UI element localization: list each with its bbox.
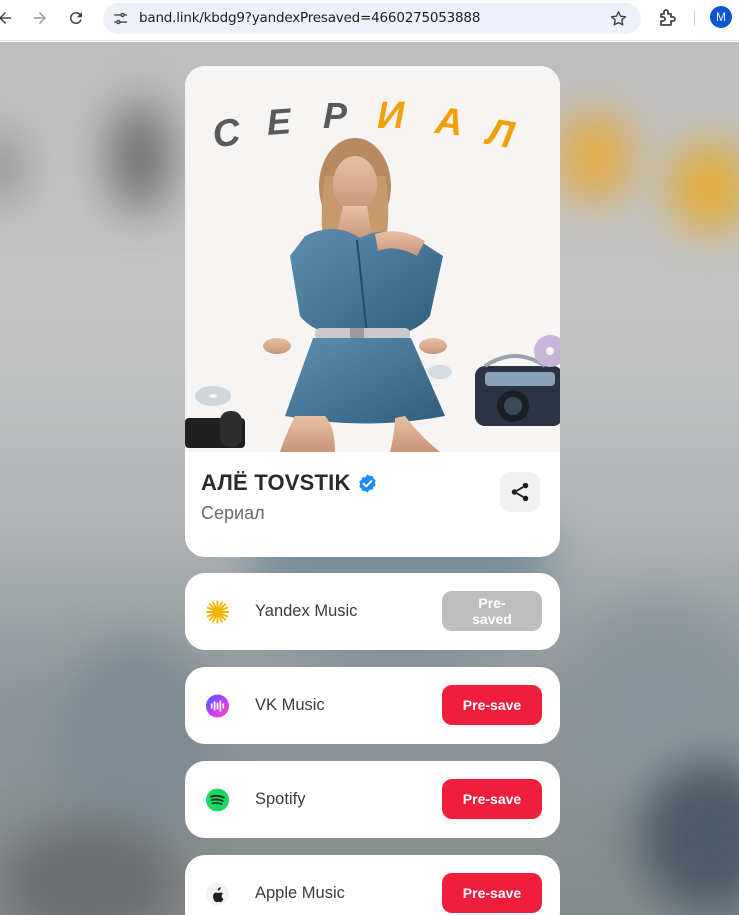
vk-music-icon (205, 693, 230, 718)
artist-row: АЛЁ TOVSTIK (201, 468, 378, 498)
bookmark-star-icon[interactable] (609, 9, 628, 28)
release-title: Сериал (201, 503, 265, 523)
address-bar[interactable]: band.link/kbdg9?yandexPresaved=466027505… (103, 3, 641, 34)
service-name: Yandex Music (255, 602, 358, 620)
url-text[interactable]: band.link/kbdg9?yandexPresaved=466027505… (139, 10, 480, 26)
service-row-yandex-music: Yandex Music Pre-saved (185, 573, 560, 650)
yandex-music-icon (205, 599, 230, 624)
service-row-vk-music: VK Music Pre-save (185, 667, 560, 744)
presaved-button[interactable]: Pre-saved (442, 591, 542, 631)
forward-button[interactable] (26, 4, 54, 32)
svg-text:Л: Л (481, 111, 518, 158)
service-row-apple-music: Apple Music Pre-save (185, 855, 560, 915)
service-name: VK Music (255, 696, 325, 714)
artist-name[interactable]: АЛЁ TOVSTIK (201, 470, 351, 496)
presave-button[interactable]: Pre-save (442, 779, 542, 819)
svg-text:С: С (210, 111, 244, 156)
svg-text:Е: Е (265, 100, 293, 143)
service-row-spotify: Spotify Pre-save (185, 761, 560, 838)
share-icon (511, 482, 529, 502)
apple-icon (205, 881, 230, 906)
presave-button[interactable]: Pre-save (442, 685, 542, 725)
svg-text:Р: Р (323, 96, 348, 136)
svg-text:И: И (377, 96, 405, 137)
reload-button[interactable] (62, 4, 90, 32)
browser-toolbar: band.link/kbdg9?yandexPresaved=466027505… (0, 0, 739, 41)
release-card: СЕРИАЛ С Е Р И А Л АЛЁ TOVSTIK Сериал (185, 66, 560, 557)
verified-badge-icon (358, 473, 376, 493)
profile-avatar[interactable]: M (710, 6, 732, 28)
cover-title-letters: С Е Р И А Л (210, 96, 518, 158)
share-button[interactable] (500, 472, 540, 512)
extensions-puzzle-icon[interactable] (656, 6, 680, 30)
spotify-icon (205, 787, 230, 812)
cover-title-lettering: СЕРИАЛ С Е Р И А Л (185, 96, 560, 166)
svg-text:А: А (432, 100, 465, 145)
toolbar-divider (694, 10, 695, 26)
arrow-left-icon (0, 12, 11, 24)
album-cover: СЕРИАЛ С Е Р И А Л (185, 66, 560, 452)
reload-icon (69, 12, 82, 25)
site-settings-icon[interactable] (112, 10, 129, 27)
arrow-right-icon (34, 12, 46, 24)
service-name: Spotify (255, 790, 306, 808)
service-name: Apple Music (255, 884, 345, 902)
back-button[interactable] (0, 4, 19, 32)
presave-button[interactable]: Pre-save (442, 873, 542, 913)
